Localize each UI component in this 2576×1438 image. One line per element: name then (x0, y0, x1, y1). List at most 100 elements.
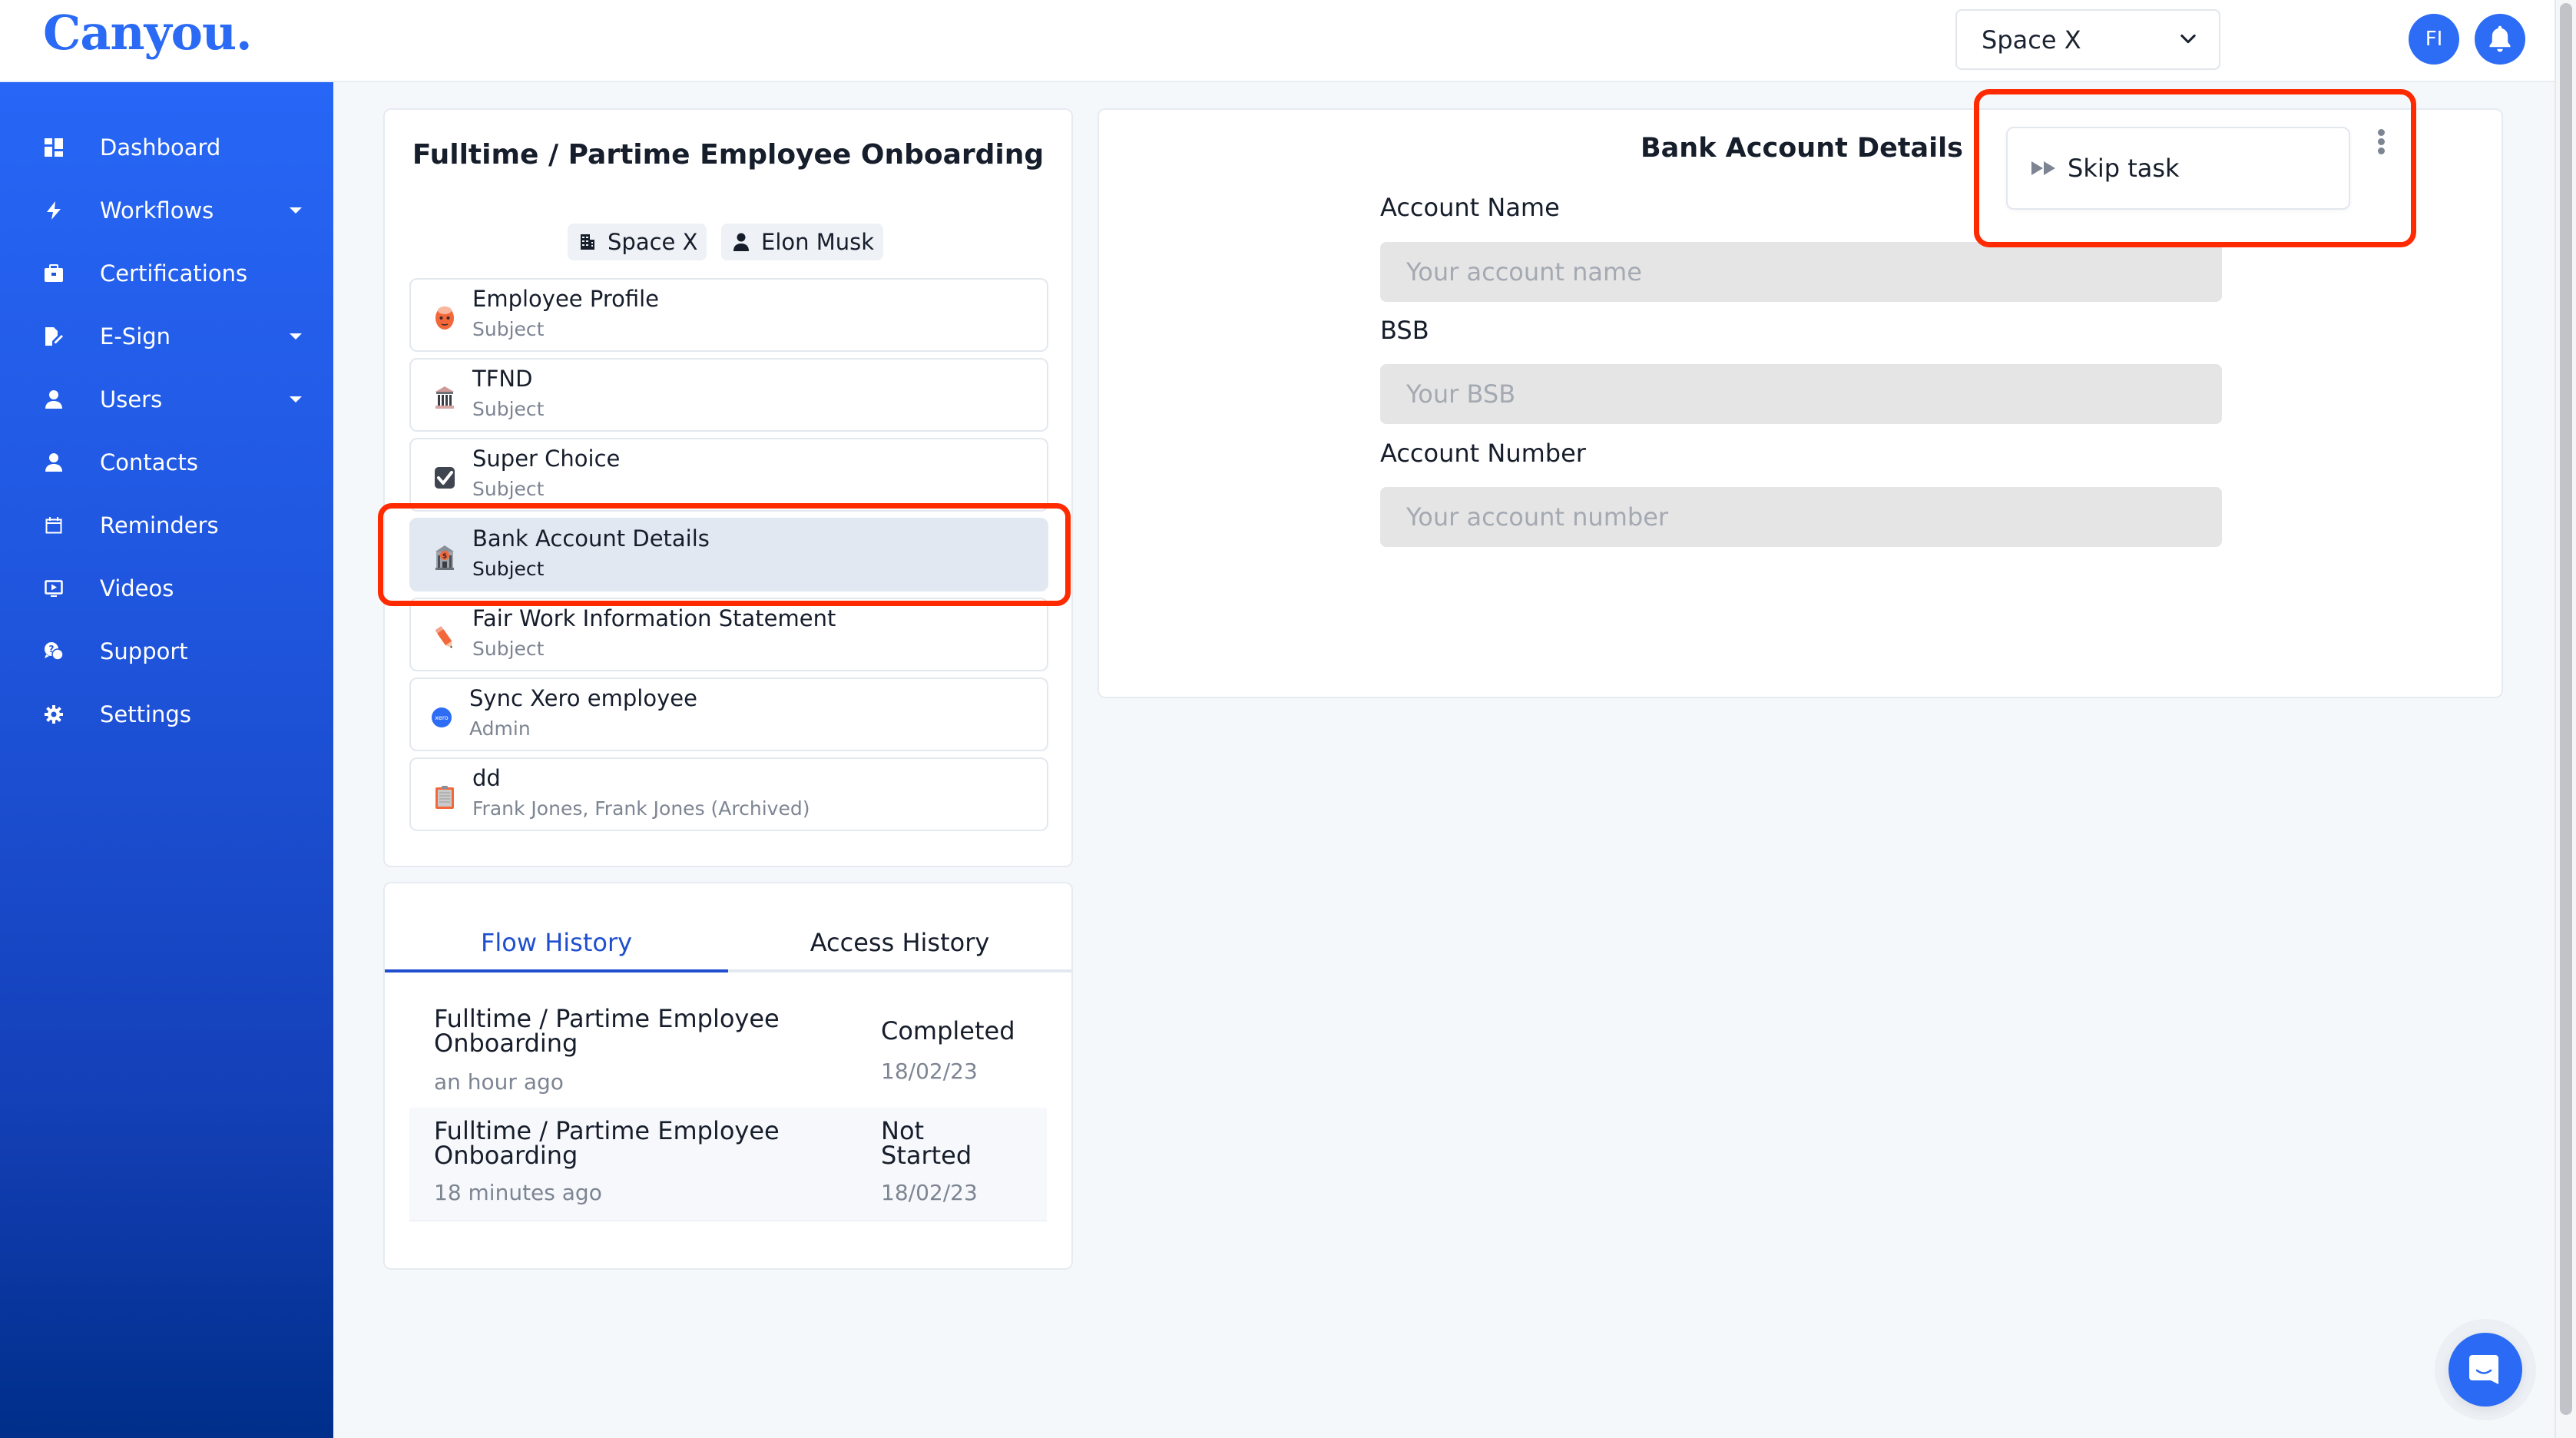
task-name: dd (472, 765, 501, 791)
sidebar-item-contacts[interactable]: Contacts (0, 436, 333, 489)
task-item-employee-profile[interactable]: Employee Profile Subject (409, 278, 1048, 352)
signature-icon (43, 326, 65, 347)
svg-text:?: ? (49, 644, 55, 654)
lightning-icon (43, 200, 65, 221)
sidebar-item-videos[interactable]: Videos (0, 562, 333, 615)
user-icon (732, 233, 750, 251)
task-name: Employee Profile (472, 286, 660, 312)
dashboard-icon (43, 137, 65, 158)
workflow-title: Fulltime / Partime Employee Onboarding (412, 139, 1045, 171)
task-name: Fair Work Information Statement (472, 605, 836, 631)
sidebar-item-label: E-Sign (100, 323, 171, 350)
caret-down-icon (290, 396, 302, 403)
kebab-dot (2378, 147, 2385, 154)
user-icon (43, 452, 65, 473)
checkbox-icon (432, 464, 457, 492)
history-date: 18/02/23 (881, 1059, 978, 1084)
tab-access-history[interactable]: Access History (728, 883, 1071, 976)
top-header: Canyou. Space X FI (0, 0, 2558, 82)
user-icon (43, 389, 65, 410)
xero-icon: xero (429, 704, 454, 731)
space-chip: Space X (568, 224, 707, 260)
history-date: 18/02/23 (881, 1180, 978, 1205)
task-item-super-choice[interactable]: Super Choice Subject (409, 438, 1048, 512)
svg-text:xero: xero (435, 714, 449, 721)
task-assignee: Subject (472, 478, 545, 500)
sidebar-item-support[interactable]: ? Support (0, 625, 333, 678)
task-assignee: Admin (469, 717, 531, 740)
calendar-icon (43, 515, 65, 536)
account-number-label: Account Number (1380, 439, 1586, 468)
sidebar-item-reminders[interactable]: Reminders (0, 499, 333, 552)
history-row[interactable]: Fulltime / Partime Employee Onboarding a… (409, 999, 1047, 1112)
support-chat-icon: ? (43, 641, 65, 662)
more-options-button[interactable] (2372, 129, 2390, 160)
kebab-dot (2378, 138, 2385, 145)
clipboard-icon (432, 784, 457, 811)
sidebar-item-label: Reminders (100, 512, 219, 538)
task-item-tfnd[interactable]: TFND Subject (409, 358, 1048, 432)
history-relative-time: 18 minutes ago (434, 1180, 602, 1205)
tab-flow-history[interactable]: Flow History (385, 883, 728, 976)
sidebar-item-label: Certifications (100, 260, 248, 287)
task-assignee: Subject (472, 558, 545, 580)
sidebar-item-settings[interactable]: Settings (0, 688, 333, 741)
task-item-fair-work-information-statement[interactable]: Fair Work Information Statement Subject (409, 598, 1048, 671)
caret-down-icon (290, 333, 302, 340)
task-name: Super Choice (472, 446, 621, 472)
workflow-tasks-card: Fulltime / Partime Employee Onboarding S… (383, 108, 1073, 867)
caret-down-icon (290, 207, 302, 214)
chevron-down-icon (2180, 34, 2196, 44)
skip-task-label: Skip task (2068, 154, 2180, 183)
task-item-bank-account-details[interactable]: $ Bank Account Details Subject (409, 518, 1048, 591)
profile-face-icon (432, 304, 457, 332)
bsb-input[interactable] (1380, 364, 2222, 424)
sidebar-item-label: Contacts (100, 449, 198, 475)
sidebar-item-e-sign[interactable]: E-Sign (0, 310, 333, 363)
task-assignee: Subject (472, 318, 545, 340)
space-selector-dropdown[interactable]: Space X (1955, 9, 2220, 70)
history-status: Not Started (881, 1116, 972, 1170)
history-flow-title: Fulltime / Partime Employee Onboarding (434, 1116, 780, 1170)
sidebar-item-users[interactable]: Users (0, 373, 333, 426)
active-tab-indicator (385, 969, 728, 972)
space-chip-label: Space X (608, 229, 698, 255)
notifications-button[interactable] (2475, 14, 2525, 65)
bsb-label: BSB (1380, 316, 1429, 345)
chat-launcher-button[interactable] (2449, 1333, 2522, 1407)
task-assignee: Subject (472, 398, 545, 420)
sidebar-item-label: Workflows (100, 197, 214, 224)
history-flow-title: Fulltime / Partime Employee Onboarding (434, 1004, 780, 1058)
canyou-logo[interactable]: Canyou. (43, 5, 253, 61)
svg-text:$: $ (442, 553, 447, 561)
briefcase-icon (43, 263, 65, 284)
chat-smile-icon (2469, 1355, 2498, 1384)
sidebar-item-label: Videos (100, 575, 174, 601)
task-name: TFND (472, 366, 533, 392)
task-item-sync-xero-employee[interactable]: xero Sync Xero employee Admin (409, 678, 1048, 751)
history-status: Completed (881, 1016, 1015, 1045)
sidebar-item-label: Dashboard (100, 134, 221, 161)
bell-icon (2489, 25, 2511, 52)
assignee-chip: Elon Musk (721, 224, 884, 260)
sidebar-item-label: Settings (100, 701, 191, 727)
gear-icon (43, 704, 65, 725)
bank-building-icon (432, 384, 457, 412)
sidebar-item-certifications[interactable]: Certifications (0, 247, 333, 300)
account-name-label: Account Name (1380, 193, 1560, 222)
sidebar-item-label: Users (100, 386, 163, 413)
sidebar-item-dashboard[interactable]: Dashboard (0, 121, 333, 174)
task-assignee: Subject (472, 638, 545, 660)
history-card: Flow History Access History Fulltime / P… (383, 882, 1073, 1270)
history-row[interactable]: Fulltime / Partime Employee Onboarding 1… (409, 1108, 1047, 1221)
user-avatar[interactable]: FI (2409, 14, 2459, 65)
task-assignee: Frank Jones, Frank Jones (Archived) (472, 797, 810, 820)
account-number-input[interactable] (1380, 487, 2222, 547)
skip-task-menu-item[interactable]: Skip task (2006, 127, 2350, 210)
account-name-input[interactable] (1380, 242, 2222, 302)
video-icon (43, 578, 65, 599)
sidebar-item-workflows[interactable]: Workflows (0, 184, 333, 237)
sidebar-item-label: Support (100, 638, 188, 664)
page-scrollbar-thumb[interactable] (2560, 3, 2572, 1415)
task-item-dd[interactable]: dd Frank Jones, Frank Jones (Archived) (409, 757, 1048, 831)
